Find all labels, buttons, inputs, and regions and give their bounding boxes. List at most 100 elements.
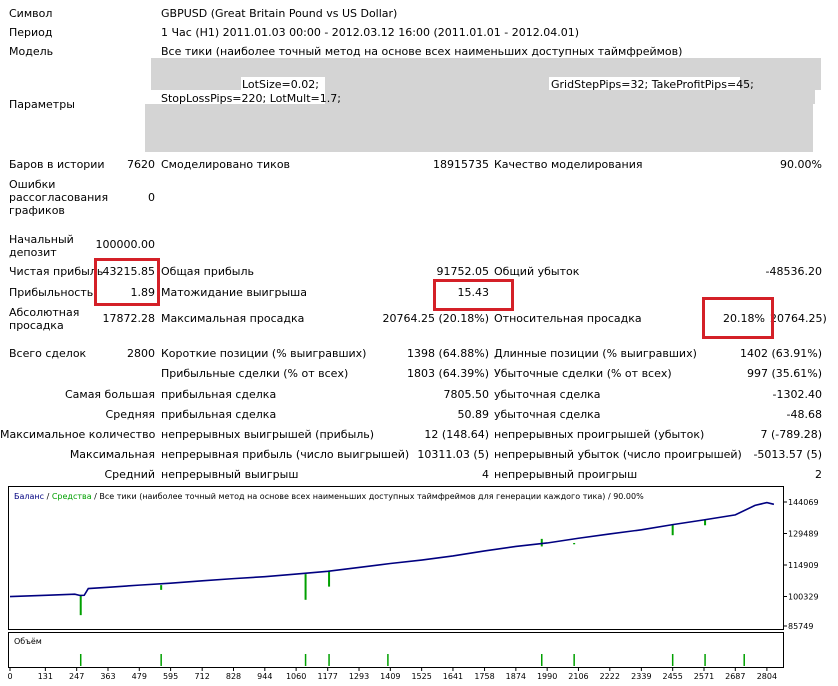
consec-losses-label: непрерывных проигрышей (убыток): [494, 428, 705, 441]
avg-loss-label: убыточная сделка: [494, 408, 601, 421]
balance-chart: Баланс / Средства / Все тики (наиболее т…: [8, 486, 819, 681]
bars-label: Баров в истории: [9, 158, 105, 171]
abs-drawdown-label: Абсолютная просадка: [9, 306, 80, 332]
y-tick-label: 129489: [788, 530, 819, 539]
largest-loss-value: -1302.40: [772, 388, 822, 401]
param-lotsize: LotSize=0.02;: [242, 78, 319, 91]
highlight-box: [702, 297, 774, 339]
gross-profit-label: Общая прибыль: [161, 265, 254, 278]
redacted-block: [325, 77, 549, 90]
long-positions-label: Длинные позиции (% выигравших): [494, 347, 697, 360]
y-tick-label: 100329: [788, 593, 819, 602]
max-consec-loss-value: -5013.57 (5): [753, 448, 822, 461]
abs-drawdown-value: 17872.28: [102, 312, 156, 325]
short-positions-label: Короткие позиции (% выигравших): [161, 347, 367, 360]
loss-trades-label: Убыточные сделки (% от всех): [494, 367, 672, 380]
x-tick-label: 2106: [568, 672, 588, 681]
symbol-label: Символ: [9, 7, 53, 20]
highlight-box: [94, 258, 160, 306]
avg-consec-losses-label: непрерывный проигрыш: [494, 468, 638, 481]
deposit-label: Начальный депозит: [9, 233, 74, 259]
x-tick-label: 2804: [757, 672, 777, 681]
x-tick-label: 2222: [600, 672, 620, 681]
quality-label: Качество моделирования: [494, 158, 643, 171]
redacted-block: [325, 90, 815, 104]
x-tick-label: 2339: [631, 672, 651, 681]
redacted-block: [151, 58, 821, 77]
x-tick-label: 1409: [380, 672, 400, 681]
x-tick-label: 1641: [443, 672, 463, 681]
loss-trades-value: 997 (35.61%): [746, 367, 822, 380]
max-drawdown-value: 20764.25 (20.18%): [382, 312, 489, 325]
legend-separator: /: [44, 492, 52, 501]
legend-equity: Средства: [52, 492, 92, 501]
x-tick-label: 1990: [537, 672, 557, 681]
avg-profit-value: 50.89: [457, 408, 490, 421]
avg-consec-losses-value: 2: [815, 468, 822, 481]
consec-losses-value: 7 (-789.28): [760, 428, 822, 441]
max-count-label: Максимальное количество: [0, 428, 156, 441]
x-tick-label: 1293: [349, 672, 369, 681]
profit-trades-label: Прибыльные сделки (% от всех): [161, 367, 349, 380]
x-tick-label: 2571: [694, 672, 714, 681]
quality-value: 90.00%: [780, 158, 822, 171]
total-trades-label: Всего сделок: [9, 347, 87, 360]
x-tick-label: 2687: [725, 672, 745, 681]
x-tick-label: 828: [226, 672, 241, 681]
gross-loss-label: Общий убыток: [494, 265, 580, 278]
x-tick-label: 1758: [474, 672, 494, 681]
y-tick-label: 144069: [788, 498, 819, 507]
largest-label: Самая большая: [64, 388, 155, 401]
symbol-value: GBPUSD (Great Britain Pound vs US Dollar…: [161, 7, 398, 20]
y-tick-label: 85749: [788, 622, 813, 631]
x-tick-label: 595: [163, 672, 178, 681]
average-label: Средняя: [105, 408, 155, 421]
profit-factor-label: Прибыльность: [9, 286, 94, 299]
ticks-label: Смоделировано тиков: [161, 158, 291, 171]
main-plot-frame: [8, 486, 784, 630]
legend: Баланс / Средства / Все тики (наиболее т…: [14, 492, 644, 501]
redacted-block: [151, 77, 241, 90]
avg-consec-wins-label: непрерывный выигрыш: [161, 468, 299, 481]
long-positions-value: 1402 (63.91%): [739, 347, 822, 360]
max-consec-profit-label: непрерывная прибыль (число выигрышей): [161, 448, 410, 461]
x-tick-label: 712: [195, 672, 210, 681]
param-grid: GridStepPips=32; TakeProfitPips=45;: [551, 78, 754, 91]
avg-consec-wins-value: 4: [482, 468, 489, 481]
highlight-box: [433, 279, 514, 311]
avg-consec-label: Средний: [104, 468, 155, 481]
errors-value: 0: [148, 191, 155, 204]
x-tick-label: 131: [38, 672, 53, 681]
period-label: Период: [9, 26, 53, 39]
param-stoploss: StopLossPips=220; LotMult=1.7;: [161, 92, 341, 105]
gross-profit-value: 91752.05: [436, 265, 490, 278]
net-profit-label: Чистая прибыль: [9, 265, 104, 278]
max-consec-profit-value: 10311.03 (5): [417, 448, 489, 461]
x-tick-label: 2455: [662, 672, 682, 681]
largest-profit-label: прибыльная сделка: [161, 388, 277, 401]
redacted-block: [145, 104, 813, 152]
x-tick-label: 1525: [411, 672, 431, 681]
legend-balance: Баланс: [14, 492, 44, 501]
gross-loss-value: -48536.20: [765, 265, 822, 278]
model-label: Модель: [9, 45, 54, 58]
x-tick-label: 944: [257, 672, 272, 681]
ticks-value: 18915735: [433, 158, 489, 171]
legend-description: / Все тики (наиболее точный метод на осн…: [92, 492, 644, 501]
x-tick-label: 479: [132, 672, 147, 681]
params-label: Параметры: [9, 98, 75, 111]
rel-drawdown-label: Относительная просадка: [494, 312, 642, 325]
model-value: Все тики (наиболее точный метод на основ…: [161, 45, 683, 58]
x-tick-label: 1060: [286, 672, 306, 681]
volume-label: Объём: [14, 637, 42, 646]
expected-payoff-label: Матожидание выигрыша: [161, 286, 307, 299]
avg-loss-value: -48.68: [786, 408, 822, 421]
y-tick-label: 114909: [788, 561, 819, 570]
deposit-value: 100000.00: [95, 238, 156, 251]
short-positions-value: 1398 (64.88%): [406, 347, 489, 360]
maximal-label: Максимальная: [69, 448, 155, 461]
x-tick-label: 247: [69, 672, 84, 681]
consec-wins-label: непрерывных выигрышей (прибыль): [161, 428, 375, 441]
profit-trades-value: 1803 (64.39%): [406, 367, 489, 380]
consec-wins-value: 12 (148.64): [424, 428, 489, 441]
